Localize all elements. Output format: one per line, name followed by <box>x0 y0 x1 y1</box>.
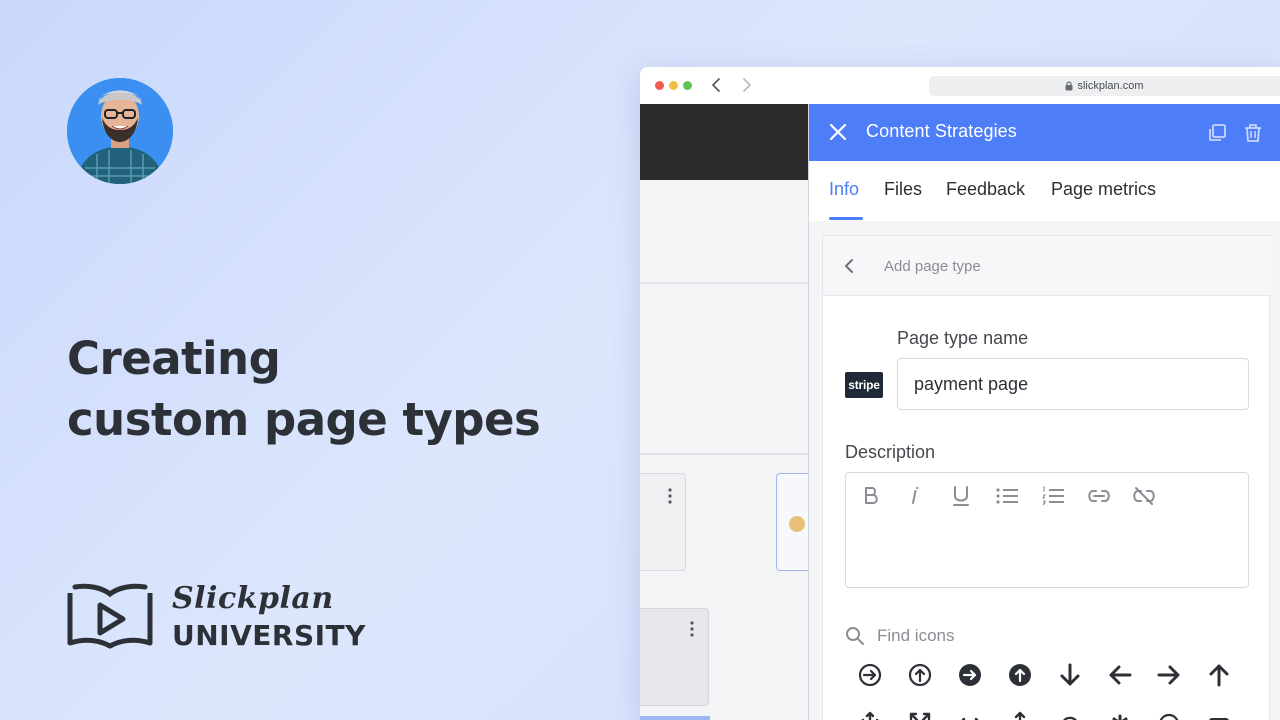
add-page-type-form: Add page type Page type name stripe Desc… <box>822 235 1271 720</box>
canvas-selection-hint <box>640 716 710 720</box>
presenter-photo <box>67 78 173 184</box>
slickplan-university-brand: Slickplan UNIVERSITY <box>67 581 387 655</box>
tab-page-metrics[interactable]: Page metrics <box>1051 179 1156 200</box>
active-tab-indicator <box>829 217 863 220</box>
panel-tabs: Info Files Feedback Page metrics <box>809 161 1280 221</box>
circle-arrow-right-icon[interactable] <box>857 662 883 688</box>
browser-window: slickplan.com Content Strategies Info Fi… <box>640 67 1280 720</box>
circle-arrow-right-filled-icon[interactable] <box>957 662 983 688</box>
canvas-toolbar-dark <box>640 104 808 180</box>
duplicate-icon[interactable] <box>1206 122 1228 144</box>
headline-line-2: custom page types <box>67 393 541 446</box>
tab-files[interactable]: Files <box>884 179 922 200</box>
canvas-divider <box>640 453 808 455</box>
window-maximize-dot[interactable] <box>683 81 692 90</box>
trash-icon[interactable] <box>1242 122 1264 144</box>
arrow-left-icon[interactable] <box>1107 662 1133 688</box>
close-icon[interactable] <box>827 121 849 143</box>
page-details-panel: Content Strategies Info Files Feedback P… <box>808 104 1280 720</box>
status-dot <box>789 516 805 532</box>
icon-picker-grid <box>845 656 1249 720</box>
presenter-avatar <box>67 78 173 184</box>
panel-header: Content Strategies <box>809 104 1280 161</box>
at-sign-icon[interactable] <box>1156 710 1182 720</box>
brand-university-text: UNIVERSITY <box>172 619 366 652</box>
book-play-icon <box>67 583 153 649</box>
arrows-horizontal-icon[interactable] <box>957 710 983 720</box>
arrow-up-icon[interactable] <box>1206 662 1232 688</box>
panel-title: Content Strategies <box>866 121 1017 141</box>
description-label: Description <box>845 442 936 462</box>
lock-icon <box>1065 81 1073 91</box>
circle-arrow-up-filled-icon[interactable] <box>1007 662 1033 688</box>
more-options-icon[interactable] <box>690 621 694 637</box>
underline-icon[interactable] <box>948 483 974 509</box>
description-editor[interactable] <box>845 472 1249 588</box>
signal-icon[interactable] <box>1057 710 1083 720</box>
promo-headline: Creating custom page types <box>67 328 607 450</box>
brand-script-text: Slickplan <box>172 581 334 616</box>
find-icons-row <box>845 624 1145 648</box>
address-bar-url: slickplan.com <box>1077 80 1144 92</box>
tab-feedback[interactable]: Feedback <box>946 179 1025 200</box>
asterisk-icon[interactable] <box>1107 710 1133 720</box>
browser-forward-icon[interactable] <box>738 76 754 94</box>
arrow-down-icon[interactable] <box>1057 662 1083 688</box>
sitemap-page-card[interactable] <box>640 608 709 706</box>
circle-arrow-up-icon[interactable] <box>907 662 933 688</box>
canvas-divider <box>640 282 808 284</box>
link-icon[interactable] <box>1086 483 1112 509</box>
move-icon[interactable] <box>857 710 883 720</box>
tab-info[interactable]: Info <box>829 179 859 200</box>
window-minimize-dot[interactable] <box>669 81 678 90</box>
italic-icon[interactable] <box>902 483 928 509</box>
numbered-list-icon[interactable] <box>1040 483 1066 509</box>
unlink-icon[interactable] <box>1131 483 1157 509</box>
headline-line-1: Creating <box>67 332 281 385</box>
page-type-name-label: Page type name <box>897 328 1029 348</box>
window-close-dot[interactable] <box>655 81 664 90</box>
audio-description-icon[interactable] <box>1206 710 1232 720</box>
address-bar[interactable]: slickplan.com <box>929 76 1280 96</box>
expand-icon[interactable] <box>907 710 933 720</box>
browser-back-icon[interactable] <box>709 76 725 94</box>
browser-chrome: slickplan.com <box>640 67 1280 104</box>
find-icons-input[interactable] <box>877 624 1127 648</box>
arrows-vertical-icon[interactable] <box>1007 710 1033 720</box>
search-icon <box>846 627 864 645</box>
bulleted-list-icon[interactable] <box>994 483 1020 509</box>
back-label: Add page type <box>884 258 981 275</box>
arrow-right-icon[interactable] <box>1156 662 1182 688</box>
more-options-icon[interactable] <box>668 488 672 504</box>
bold-icon[interactable] <box>858 483 884 509</box>
chevron-left-icon[interactable] <box>841 256 857 276</box>
sitemap-canvas[interactable] <box>640 104 816 720</box>
back-row[interactable]: Add page type <box>823 236 1271 296</box>
sitemap-page-card[interactable] <box>640 473 686 571</box>
stripe-icon[interactable]: stripe <box>845 372 883 398</box>
page-type-name-input[interactable] <box>897 358 1249 410</box>
